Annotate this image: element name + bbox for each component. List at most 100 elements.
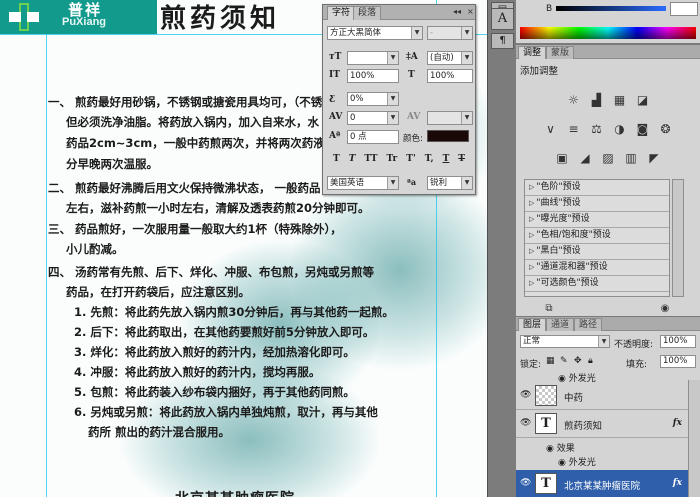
layer-row[interactable]: 👁︎ T 煎药须知 fx <box>516 410 688 438</box>
fx-icon[interactable]: fx <box>673 478 682 488</box>
vertical-scale-field[interactable]: 100% <box>347 69 399 83</box>
disclosure-triangle-icon[interactable]: ▷ <box>529 215 534 223</box>
lock-transparency-icon[interactable]: ▦ <box>546 356 555 366</box>
preset-item[interactable]: ▷ "色相/饱和度"预设 <box>525 228 669 244</box>
guide-vertical[interactable] <box>46 0 47 497</box>
chevron-down-icon[interactable]: ▼ <box>387 93 398 105</box>
disclosure-triangle-icon[interactable]: ▷ <box>529 231 534 239</box>
tab-channels[interactable]: 通道 <box>546 318 575 331</box>
lock-all-icon[interactable]: 🔒︎ <box>588 356 593 366</box>
tab-character[interactable]: 字符 <box>327 6 356 20</box>
underline-button[interactable]: T <box>443 154 450 164</box>
chevron-down-icon[interactable]: ▼ <box>387 112 398 124</box>
horizontal-scale-field[interactable]: 100% <box>427 69 473 83</box>
eye-icon[interactable]: 👁︎ <box>520 418 531 428</box>
chevron-down-icon[interactable]: ▼ <box>387 52 398 64</box>
character-panel-icon[interactable]: A <box>491 8 514 30</box>
tab-masks[interactable]: 蒙版 <box>546 46 575 59</box>
chevron-down-icon[interactable]: ▼ <box>461 177 472 189</box>
blue-channel-slider[interactable] <box>556 6 666 11</box>
kerning-field[interactable]: 0 ▼ <box>347 111 399 125</box>
close-icon[interactable]: × <box>467 7 474 16</box>
tab-layers[interactable]: 图层 <box>518 318 547 331</box>
layer-row-selected[interactable]: 👁︎ T 北京某某肿瘤医院 fx <box>516 470 688 497</box>
disclosure-triangle-icon[interactable]: ▷ <box>529 279 534 287</box>
tab-paragraph[interactable]: 段落 <box>353 6 382 20</box>
disclosure-triangle-icon[interactable]: ▷ <box>529 199 534 207</box>
gradient-map-icon[interactable]: ▥ <box>622 150 640 166</box>
black-white-icon[interactable]: ◑ <box>611 121 629 137</box>
tab-paths[interactable]: 路径 <box>574 318 603 331</box>
fx-icon[interactable]: fx <box>673 418 682 428</box>
antialias-select[interactable]: 锐利 ▼ <box>427 176 473 190</box>
preset-scrollbar[interactable] <box>672 179 684 297</box>
preset-item[interactable]: ▷ "黑白"预设 <box>525 244 669 260</box>
color-panel[interactable]: B <box>516 0 700 44</box>
strikethrough-button[interactable]: T <box>458 154 465 164</box>
clip-icon[interactable]: ⧉ <box>540 301 558 317</box>
font-style-select[interactable]: - ▼ <box>427 26 473 40</box>
paragraph-panel-icon[interactable]: ¶ <box>491 33 514 49</box>
disclosure-triangle-icon[interactable]: ▷ <box>529 263 534 271</box>
leading-field[interactable]: (自动) ▼ <box>427 51 473 65</box>
faux-italic-button[interactable]: T <box>349 154 356 164</box>
preset-item[interactable]: ▷ "曝光度"预设 <box>525 212 669 228</box>
tracking-field[interactable]: ▼ <box>427 111 473 125</box>
posterize-icon[interactable]: ◢ <box>576 150 594 166</box>
chevron-down-icon[interactable]: ▼ <box>461 52 472 64</box>
disclosure-triangle-icon[interactable]: ▷ <box>529 183 534 191</box>
disclosure-triangle-icon[interactable]: ▷ <box>529 247 534 255</box>
chevron-down-icon[interactable]: ▼ <box>598 336 609 347</box>
all-caps-button[interactable]: TT <box>364 154 377 164</box>
eye-icon[interactable]: 👁︎ <box>520 478 531 488</box>
invert-icon[interactable]: ▣ <box>553 150 571 166</box>
levels-icon[interactable]: ▟ <box>588 92 606 108</box>
text-color-swatch[interactable] <box>427 130 469 142</box>
tsume-field[interactable]: 0% ▼ <box>347 92 399 106</box>
subscript-button[interactable]: T, <box>425 154 434 164</box>
color-balance-icon[interactable]: ⚖ <box>588 121 606 137</box>
threshold-icon[interactable]: ▨ <box>599 150 617 166</box>
visibility-icon[interactable]: ◉ <box>656 301 674 317</box>
blue-channel-field[interactable] <box>670 2 698 16</box>
chevron-down-icon[interactable]: ▼ <box>411 27 422 39</box>
tab-adjustments[interactable]: 调整 <box>518 46 547 59</box>
character-panel[interactable]: 字符 段落 ◂◂ × 方正大黑简体 ▼ - ▼ ᴛT ▼ ‡A (自动) ▼ IT 1… <box>322 4 476 195</box>
layers-scrollbar[interactable] <box>688 380 700 497</box>
hue-saturation-icon[interactable]: ≡ <box>565 121 583 137</box>
channel-mixer-icon[interactable]: ❂ <box>657 121 675 137</box>
exposure-icon[interactable]: ◪ <box>634 92 652 108</box>
opacity-field[interactable]: 100% <box>660 335 696 348</box>
preset-item[interactable]: ▷ "曲线"预设 <box>525 196 669 212</box>
blend-mode-select[interactable]: 正常 ▼ <box>520 335 610 348</box>
selective-color-icon[interactable]: ◤ <box>645 150 663 166</box>
faux-bold-button[interactable]: T <box>333 154 340 164</box>
brightness-icon[interactable]: ☼ <box>565 92 583 108</box>
language-select[interactable]: 美国英语 ▼ <box>327 176 399 190</box>
baseline-shift-field[interactable]: 0 点 <box>347 130 399 144</box>
eye-icon[interactable]: 👁︎ <box>520 390 531 400</box>
font-size-field[interactable]: ▼ <box>347 51 399 65</box>
color-spectrum[interactable] <box>520 27 696 39</box>
superscript-button[interactable]: T' <box>406 154 415 164</box>
lock-pixels-icon[interactable]: ✎ <box>560 356 568 366</box>
layer-effect-outer-glow[interactable]: ◉ 外发光 <box>558 455 596 468</box>
vibrance-icon[interactable]: ∨ <box>542 121 560 137</box>
photo-filter-icon[interactable]: ◙ <box>634 121 652 137</box>
preset-item[interactable]: ▷ "通道混和器"预设 <box>525 260 669 276</box>
chevron-down-icon[interactable]: ▼ <box>461 27 472 39</box>
layers-panel[interactable]: 图层 通道 路径 正常 ▼ 不透明度: 100% 锁定: ▦ ✎ ✥ 🔒︎ 填充:… <box>516 316 700 497</box>
chevron-down-icon[interactable]: ▼ <box>387 177 398 189</box>
adjustments-panel[interactable]: 调整 蒙版 添加调整 ☼ ▟ ▦ ◪ ∨ ≡ ⚖ ◑ ◙ ❂ ▣ ◢ ▨ ▥ ◤… <box>516 44 700 316</box>
layer-row[interactable]: 👁︎ 中药 <box>516 382 688 410</box>
chevron-down-icon[interactable]: ▼ <box>461 112 472 124</box>
preset-item[interactable]: ▷ "可选颜色"预设 <box>525 276 669 292</box>
fill-field[interactable]: 100% <box>660 355 696 368</box>
collapse-icon[interactable]: ◂◂ <box>453 7 461 16</box>
font-family-select[interactable]: 方正大黑简体 ▼ <box>327 26 423 40</box>
small-caps-button[interactable]: Tr <box>386 154 397 164</box>
curves-icon[interactable]: ▦ <box>611 92 629 108</box>
lock-position-icon[interactable]: ✥ <box>574 356 582 366</box>
effects-group[interactable]: ◉ 效果 <box>546 441 575 454</box>
preset-item[interactable]: ▷ "色阶"预设 <box>525 180 669 196</box>
